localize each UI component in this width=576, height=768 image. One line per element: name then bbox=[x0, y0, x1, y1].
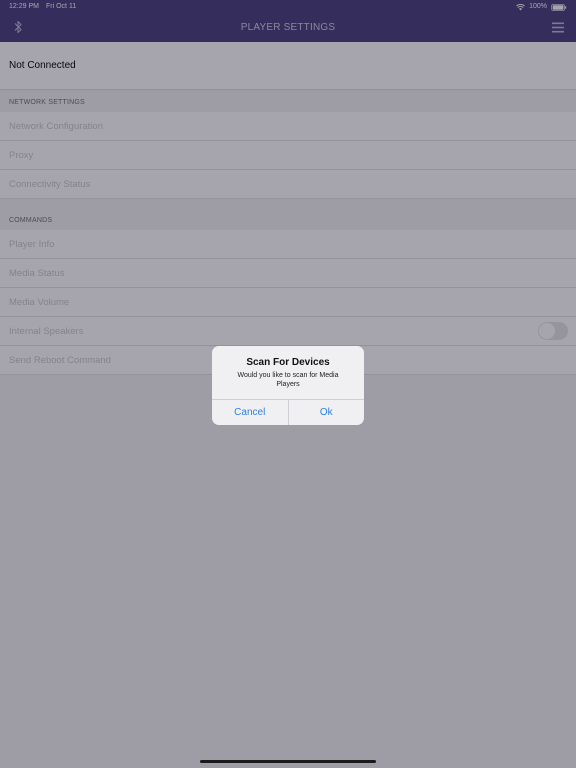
ok-button[interactable]: Ok bbox=[287, 400, 365, 425]
alert-message: Would you like to scan for Media Players bbox=[237, 372, 339, 388]
alert-title: Scan For Devices bbox=[246, 357, 330, 368]
cancel-button[interactable]: Cancel bbox=[212, 400, 288, 425]
home-indicator[interactable] bbox=[200, 760, 376, 763]
scan-alert-dialog: Scan For Devices Would you like to scan … bbox=[212, 346, 364, 425]
player-settings-screen: 12:29 PM Fri Oct 11 100% PLAYER SETTINGS bbox=[0, 0, 576, 768]
alert-button-bar: Cancel Ok bbox=[212, 399, 364, 425]
